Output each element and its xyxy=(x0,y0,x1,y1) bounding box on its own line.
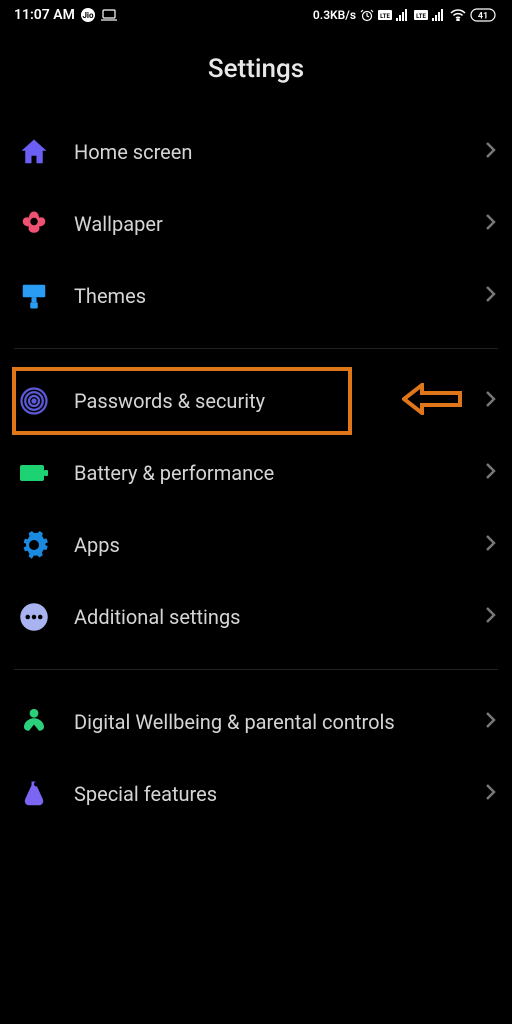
item-wellbeing[interactable]: Digital Wellbeing & parental controls xyxy=(0,686,512,758)
item-label: Additional settings xyxy=(74,605,462,630)
jio-icon: Jio xyxy=(81,8,95,22)
battery-perf-icon xyxy=(16,455,52,491)
item-label: Wallpaper xyxy=(74,212,462,237)
status-time: 11:07 AM xyxy=(14,7,75,23)
chevron-right-icon xyxy=(484,710,496,734)
status-speed: 0.3KB/s xyxy=(313,8,356,22)
settings-list: Home screen Wallpaper Themes Passwor xyxy=(0,116,512,850)
item-label: Battery & performance xyxy=(74,461,462,486)
battery-icon: 41 xyxy=(470,8,498,22)
item-battery[interactable]: Battery & performance xyxy=(0,437,512,509)
signal2-icon xyxy=(432,9,446,21)
volte2-icon: LTE xyxy=(414,10,428,20)
item-label: Home screen xyxy=(74,140,462,165)
chevron-right-icon xyxy=(484,284,496,308)
wellbeing-icon xyxy=(16,704,52,740)
laptop-icon xyxy=(101,9,117,21)
item-apps[interactable]: Apps xyxy=(0,509,512,581)
signal1-icon xyxy=(396,9,410,21)
page-title: Settings xyxy=(0,30,512,116)
item-label: Special features xyxy=(74,782,462,807)
svg-text:Jio: Jio xyxy=(82,11,94,20)
chevron-right-icon xyxy=(484,605,496,629)
item-wallpaper[interactable]: Wallpaper xyxy=(0,188,512,260)
item-passwords-security[interactable]: Passwords & security xyxy=(0,365,512,437)
item-label: Themes xyxy=(74,284,462,309)
item-label: Apps xyxy=(74,533,462,558)
item-themes[interactable]: Themes xyxy=(0,260,512,332)
item-label: Digital Wellbeing & parental controls xyxy=(74,710,462,735)
fingerprint-icon xyxy=(16,383,52,419)
item-special[interactable]: Special features xyxy=(0,758,512,830)
chevron-right-icon xyxy=(484,389,496,413)
wifi-icon xyxy=(450,9,466,21)
status-left: 11:07 AM Jio xyxy=(14,7,117,23)
flower-icon xyxy=(16,206,52,242)
svg-text:LTE: LTE xyxy=(380,13,390,20)
flask-icon xyxy=(16,776,52,812)
item-label: Passwords & security xyxy=(74,389,462,414)
chevron-right-icon xyxy=(484,782,496,806)
home-icon xyxy=(16,134,52,170)
chevron-right-icon xyxy=(484,461,496,485)
item-additional[interactable]: Additional settings xyxy=(0,581,512,653)
status-right: 0.3KB/s LTE LTE 41 xyxy=(313,8,498,22)
volte1-icon: LTE xyxy=(378,10,392,20)
brush-icon xyxy=(16,278,52,314)
dots-icon xyxy=(16,599,52,635)
chevron-right-icon xyxy=(484,533,496,557)
status-bar: 11:07 AM Jio 0.3KB/s LTE LTE 41 xyxy=(0,0,512,30)
gear-icon xyxy=(16,527,52,563)
alarm-icon xyxy=(360,8,374,22)
divider xyxy=(14,348,498,349)
battery-text: 41 xyxy=(478,12,488,22)
svg-text:LTE: LTE xyxy=(416,13,426,20)
chevron-right-icon xyxy=(484,212,496,236)
item-home-screen[interactable]: Home screen xyxy=(0,116,512,188)
divider xyxy=(14,669,498,670)
chevron-right-icon xyxy=(484,140,496,164)
